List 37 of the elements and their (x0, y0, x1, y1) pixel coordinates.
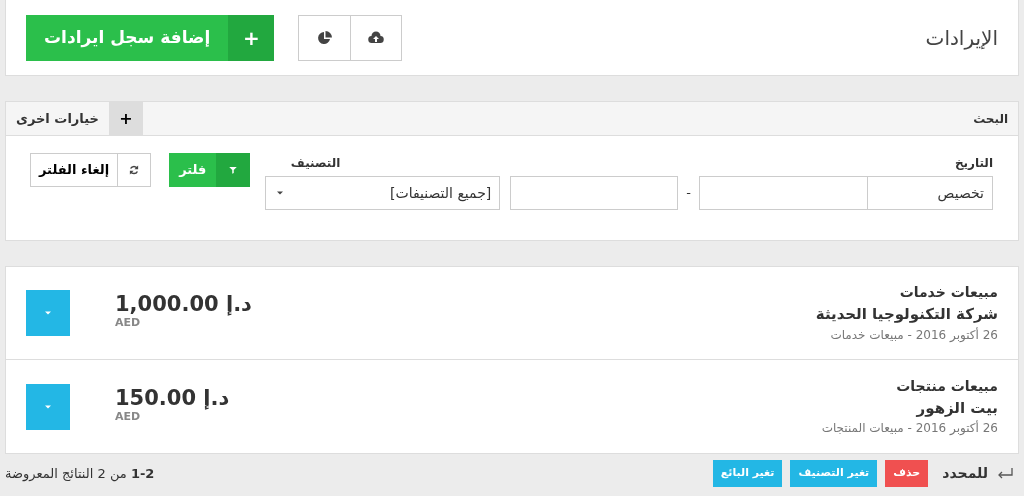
start-date-field[interactable] (699, 176, 867, 210)
bulk-actions-label: للمحدد (942, 463, 988, 483)
client-name: شركة التكنولوجيا الحديثة (815, 304, 998, 326)
add-icon-button[interactable]: + (228, 14, 275, 61)
field-label: التصنيف (289, 155, 341, 170)
bulk-action-button[interactable]: تغير التصنيف (790, 460, 878, 487)
client-name: بيت الزهور (915, 397, 998, 419)
dropdown-button[interactable] (26, 383, 70, 430)
filter-icon-button[interactable] (216, 153, 251, 187)
range-separator: - (686, 184, 691, 203)
record-date: 26 أكتوبر 2016 - مبيعات خدمات (829, 326, 998, 344)
date-range-select[interactable]: تخصيص (867, 176, 993, 210)
record-date: 26 أكتوبر 2016 - مبيعات المنتجات (821, 419, 998, 438)
amount: 150.00 د.إ (115, 387, 230, 409)
record-category: مبيعات خدمات (898, 283, 998, 303)
cloud-upload-icon (368, 29, 385, 46)
refresh-icon (128, 164, 141, 176)
end-date-field[interactable] (510, 176, 679, 210)
bulk-action-button[interactable]: تغير البائع (712, 460, 783, 487)
field-label: التاريخ (953, 155, 993, 170)
currency-code: AED (115, 408, 142, 425)
expand-button[interactable]: + (108, 101, 143, 136)
page-title: الإيرادات (925, 24, 998, 52)
upload-button[interactable] (350, 14, 403, 61)
category-select[interactable]: [جميع التصنيفات] (265, 176, 501, 210)
filter-button[interactable]: فلتر (169, 153, 217, 187)
chart-button[interactable] (298, 14, 351, 61)
record-category: مبيعات منتجات (895, 376, 998, 396)
reset-filter-button[interactable]: إلغاء الفلتر (30, 153, 118, 187)
refresh-button[interactable] (117, 153, 152, 187)
more-options-link[interactable]: خيارات اخرى (6, 108, 109, 129)
amount: 1,000.00 د.إ (115, 294, 252, 316)
delete-button[interactable]: حذف (885, 460, 929, 487)
panel-title: البحث (973, 110, 1008, 128)
pie-chart-icon (316, 29, 333, 46)
add-record-button[interactable]: إضافة سجل ايرادات (26, 14, 229, 61)
currency-code: AED (115, 315, 142, 332)
